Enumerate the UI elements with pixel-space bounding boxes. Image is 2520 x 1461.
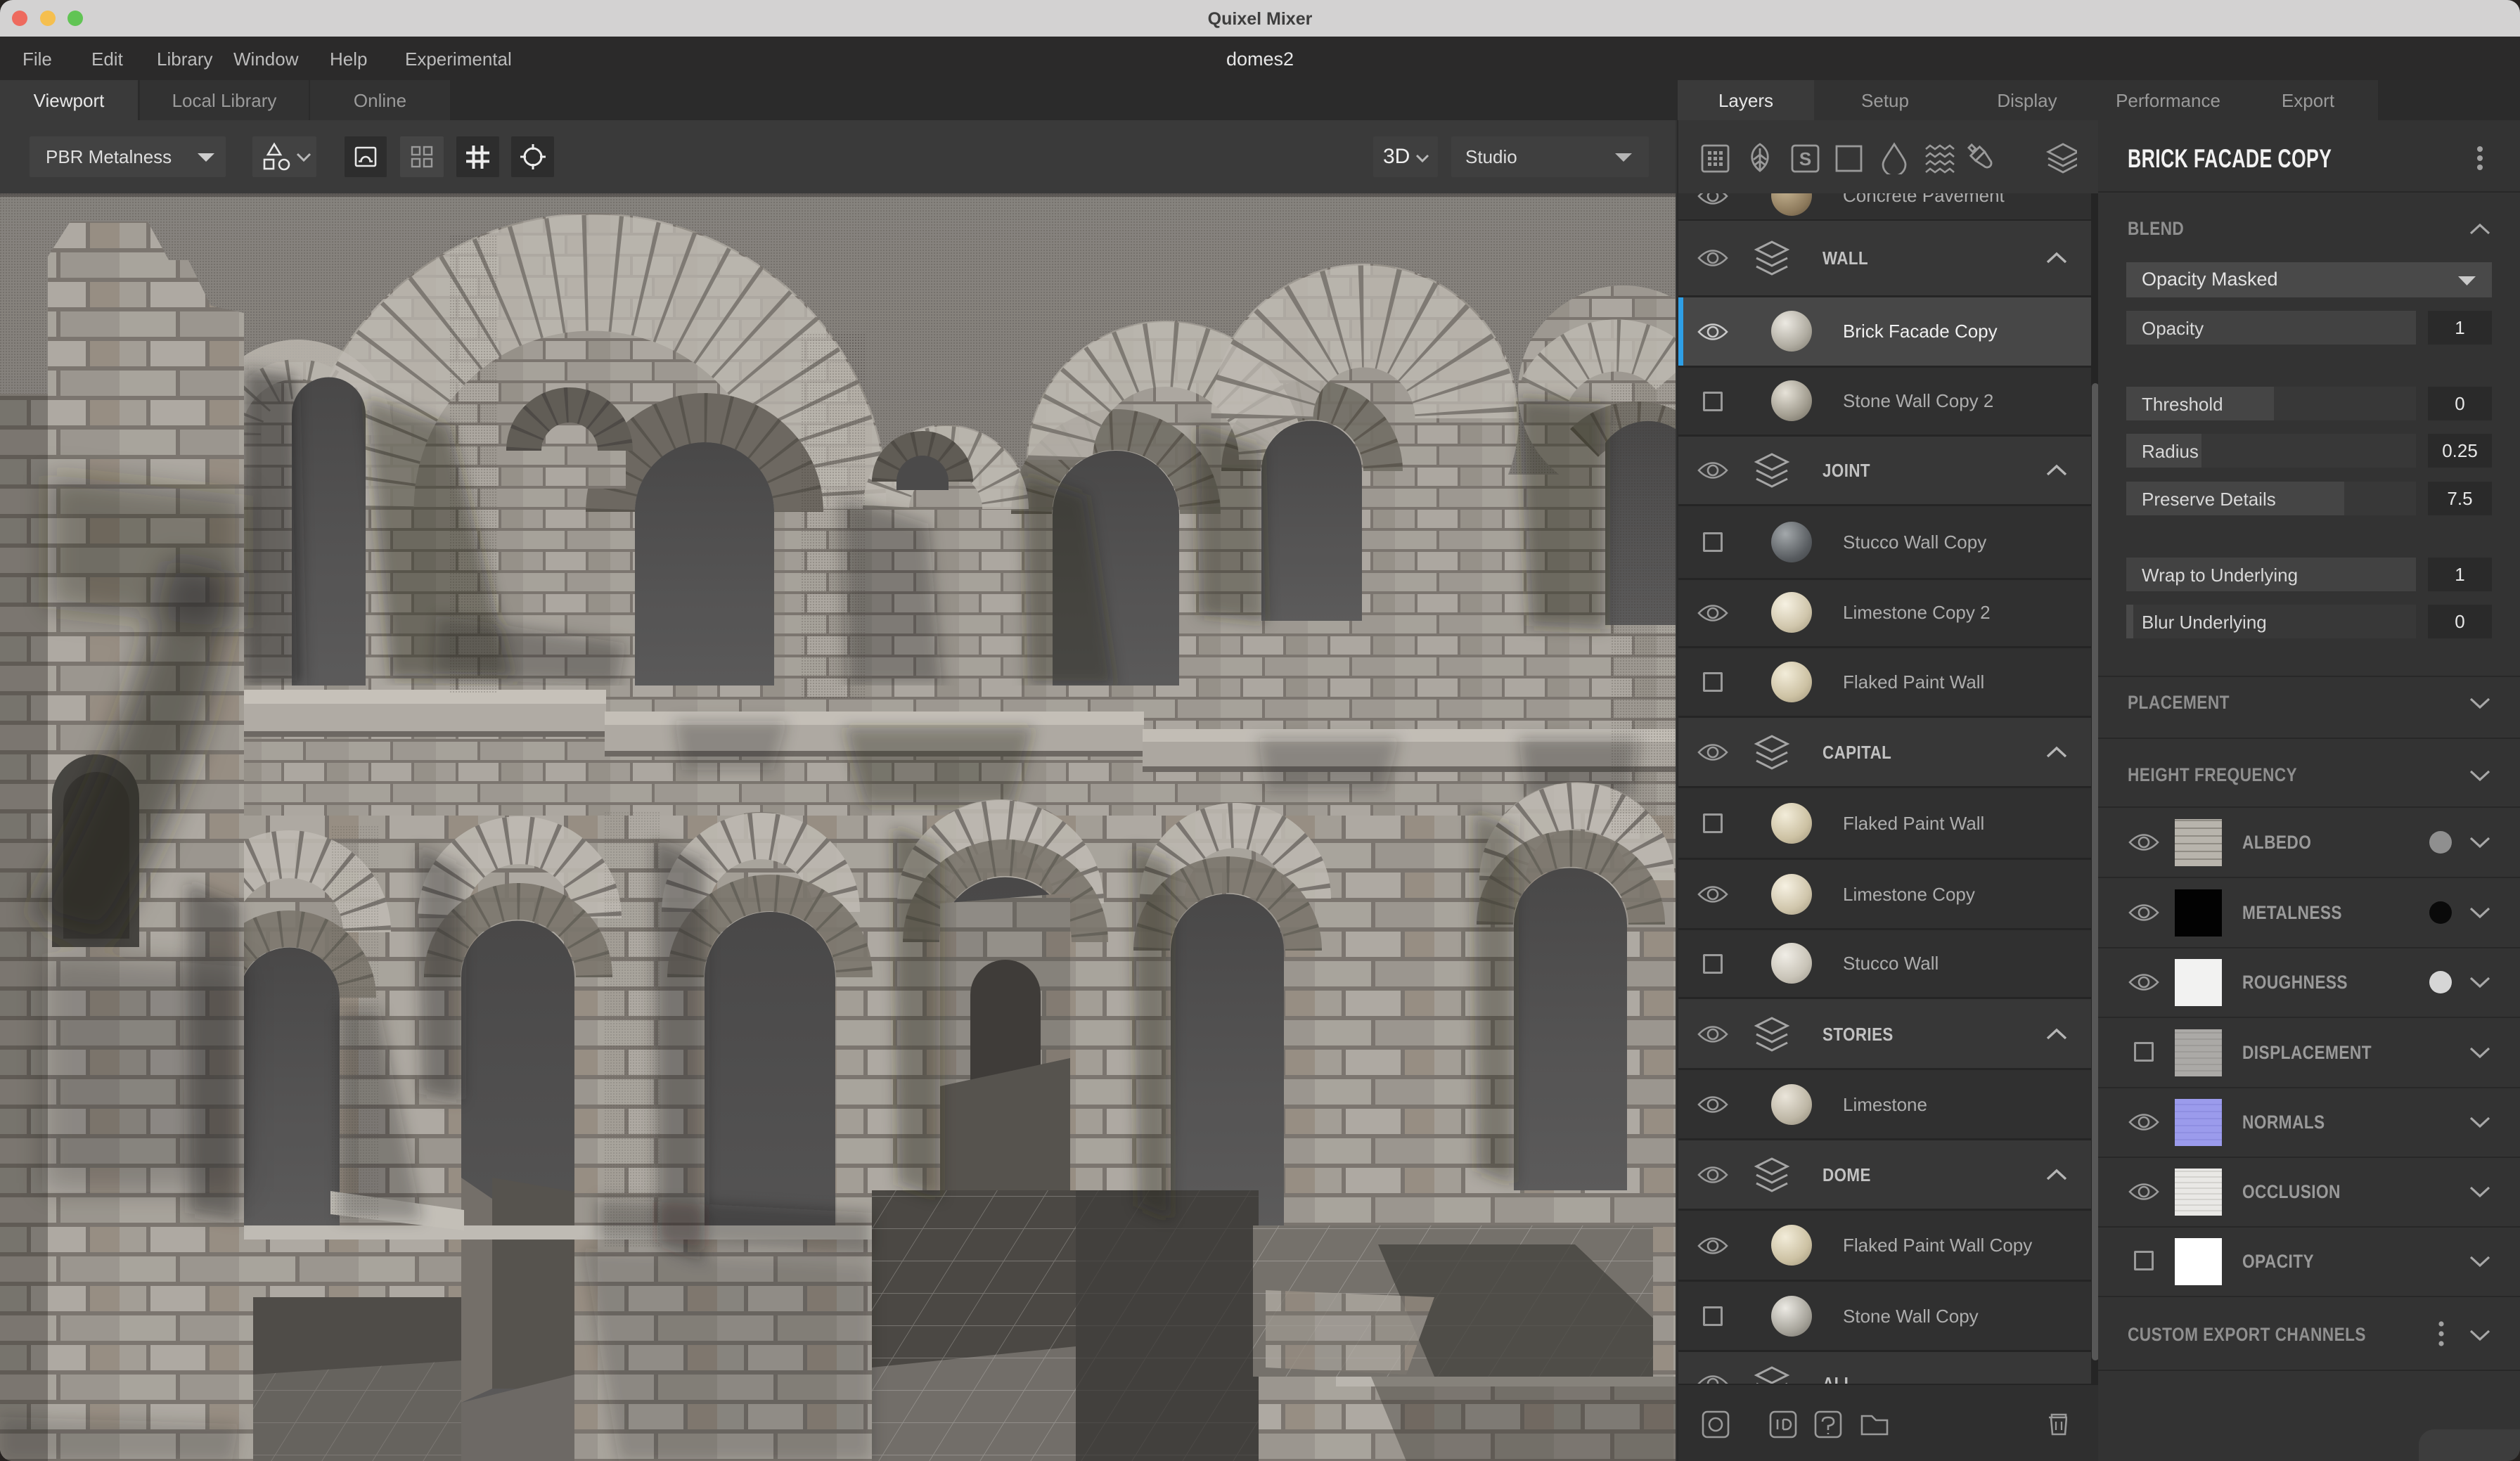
svg-text:S: S — [1799, 148, 1811, 169]
